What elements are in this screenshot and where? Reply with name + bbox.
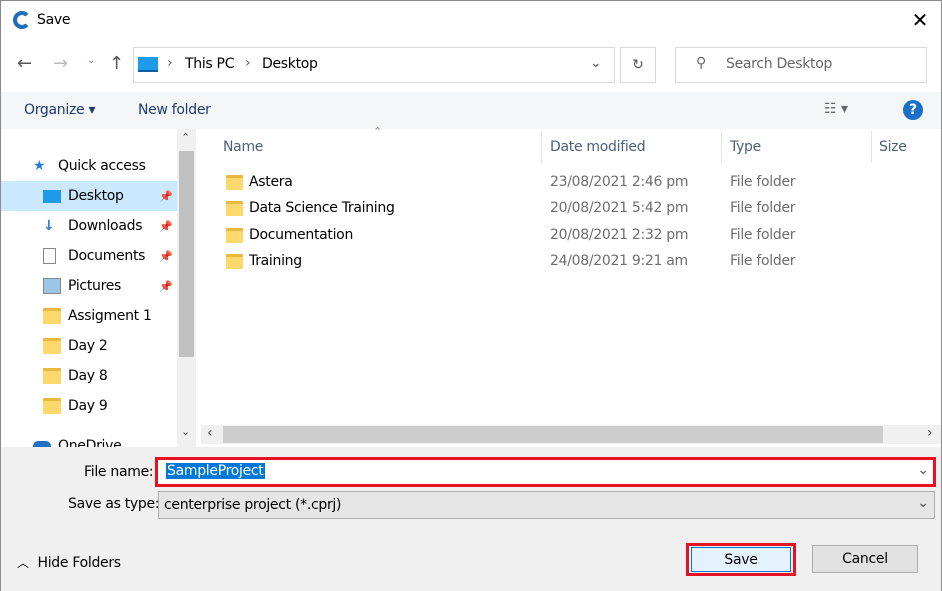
save-button[interactable]: Save — [691, 547, 791, 572]
scroll-down-icon: ⌄ — [181, 425, 191, 438]
column-divider[interactable] — [871, 131, 872, 163]
recent-dropdown-button[interactable]: ⌄ — [87, 55, 95, 66]
file-type: File folder — [730, 227, 796, 243]
search-placeholder: Search Desktop — [726, 56, 833, 72]
scroll-up-icon: ⌃ — [181, 131, 191, 144]
file-row[interactable]: Data Science Training 20/08/2021 5:42 pm F… — [201, 196, 941, 222]
nav-scrollbar-thumb[interactable] — [179, 151, 194, 357]
document-icon — [43, 248, 56, 264]
refresh-button[interactable]: ↻ — [620, 47, 656, 83]
scroll-right-icon[interactable]: › — [927, 425, 933, 441]
this-pc-icon — [138, 57, 158, 72]
close-button[interactable]: ✕ — [905, 5, 935, 35]
file-name-input[interactable]: SampleProject ⌄ — [155, 457, 936, 487]
nav-folder[interactable]: Day 2 — [1, 331, 177, 361]
horizontal-scrollbar-thumb[interactable] — [223, 426, 883, 443]
nav-documents[interactable]: Documents 📌 — [1, 241, 177, 271]
chevron-right-icon: › — [167, 55, 173, 71]
nav-onedrive[interactable]: OneDrive — [1, 431, 177, 447]
dialog-title: Save — [37, 12, 71, 28]
pin-icon: 📌 — [159, 219, 173, 233]
nav-downloads[interactable]: ↓ Downloads 📌 — [1, 211, 177, 241]
breadcrumb-this-pc[interactable]: This PC — [185, 56, 234, 72]
save-type-label: Save as type: — [68, 496, 160, 512]
pin-icon: 📌 — [159, 279, 173, 293]
file-name-value: SampleProject — [166, 463, 265, 479]
folder-icon — [226, 175, 243, 190]
organize-label: Organize — [24, 102, 85, 118]
folder-icon — [43, 308, 61, 324]
nav-folder[interactable]: Day 8 — [1, 361, 177, 391]
chevron-up-icon: ︿ — [17, 556, 30, 570]
save-type-select[interactable]: centerprise project (*.cprj) ⌄ — [158, 491, 935, 519]
download-icon: ↓ — [43, 218, 55, 234]
column-divider[interactable] — [541, 131, 542, 163]
nav-folder[interactable]: Assigment 1 — [1, 301, 177, 331]
file-row[interactable]: Documentation 20/08/2021 2:32 pm File fold… — [201, 223, 941, 249]
file-name-label: File name: — [84, 464, 154, 480]
nav-desktop[interactable]: Desktop 📌 — [1, 181, 177, 211]
column-date[interactable]: Date modified — [550, 139, 646, 155]
column-name[interactable]: Name — [223, 139, 263, 155]
file-row[interactable]: Astera 23/08/2021 2:46 pm File folder — [201, 170, 941, 196]
nav-pictures[interactable]: Pictures 📌 — [1, 271, 177, 301]
app-logo-icon — [13, 11, 31, 29]
file-name-dropdown-icon[interactable]: ⌄ — [917, 462, 929, 478]
nav-folder[interactable]: Day 9 — [1, 391, 177, 421]
file-date: 24/08/2021 9:21 am — [550, 253, 688, 269]
nav-quick-access[interactable]: ★ Quick access — [1, 151, 177, 181]
organize-button[interactable]: Organize ▾ — [24, 102, 96, 118]
forward-button[interactable]: → — [53, 53, 68, 74]
column-size[interactable]: Size — [879, 139, 907, 155]
cancel-button[interactable]: Cancel — [812, 545, 918, 573]
horizontal-scrollbar[interactable]: ‹ › — [201, 425, 941, 444]
file-name: Data Science Training — [249, 200, 395, 216]
folder-icon — [43, 398, 61, 414]
file-date: 20/08/2021 2:32 pm — [550, 227, 689, 243]
file-date: 20/08/2021 5:42 pm — [550, 200, 689, 216]
file-type: File folder — [730, 253, 796, 269]
column-type[interactable]: Type — [730, 139, 761, 155]
save-type-dropdown-icon: ⌄ — [917, 495, 929, 511]
file-name: Astera — [249, 174, 293, 190]
view-options-icon[interactable]: ☷ ▾ — [824, 101, 848, 117]
search-icon: ⚲ — [696, 55, 707, 71]
file-name: Documentation — [249, 227, 354, 243]
navigation-pane: ★ Quick access Desktop 📌 ↓ Downloads 📌 Docum… — [1, 129, 197, 447]
desktop-icon — [43, 189, 61, 203]
address-dropdown-icon[interactable]: ⌄ — [590, 55, 602, 71]
star-icon: ★ — [33, 158, 46, 174]
search-box[interactable]: ⚲ Search Desktop — [675, 47, 927, 83]
help-icon[interactable]: ? — [903, 100, 923, 120]
breadcrumb-desktop[interactable]: Desktop — [262, 56, 318, 72]
folder-icon — [43, 368, 61, 384]
save-type-value: centerprise project (*.cprj) — [164, 497, 342, 513]
file-type: File folder — [730, 174, 796, 190]
file-date: 23/08/2021 2:46 pm — [550, 174, 689, 190]
column-divider[interactable] — [721, 131, 722, 163]
up-button[interactable]: ↑ — [109, 53, 124, 74]
toolbar: Organize ▾ New folder ☷ ▾ ? — [1, 92, 941, 129]
back-button[interactable]: ← — [17, 53, 32, 74]
folder-icon — [226, 201, 243, 216]
folder-icon — [226, 228, 243, 243]
address-bar[interactable]: › This PC › Desktop ⌄ — [133, 47, 615, 83]
pin-icon: 📌 — [159, 189, 173, 203]
hide-folders-button[interactable]: ︿ Hide Folders — [17, 554, 121, 571]
file-type: File folder — [730, 200, 796, 216]
nav-scrollbar[interactable]: ⌃ ⌄ — [177, 129, 196, 447]
folder-icon — [43, 338, 61, 354]
chevron-right-icon: › — [245, 55, 251, 71]
column-headers: Name Date modified Type Size — [201, 131, 941, 163]
save-dialog: Save ✕ ← → ⌄ ↑ › This PC › Desktop ⌄ ↻ ⚲… — [0, 0, 942, 591]
pin-icon: 📌 — [159, 249, 173, 263]
file-name: Training — [249, 253, 302, 269]
hide-folders-label: Hide Folders — [37, 555, 121, 571]
bottom-panel: File name: SampleProject ⌄ Save as type:… — [1, 447, 941, 591]
new-folder-button[interactable]: New folder — [138, 102, 211, 118]
pictures-icon — [43, 278, 61, 294]
folder-icon — [226, 254, 243, 269]
file-row[interactable]: Training 24/08/2021 9:21 am File folder — [201, 249, 941, 275]
scroll-left-icon[interactable]: ‹ — [207, 425, 213, 441]
